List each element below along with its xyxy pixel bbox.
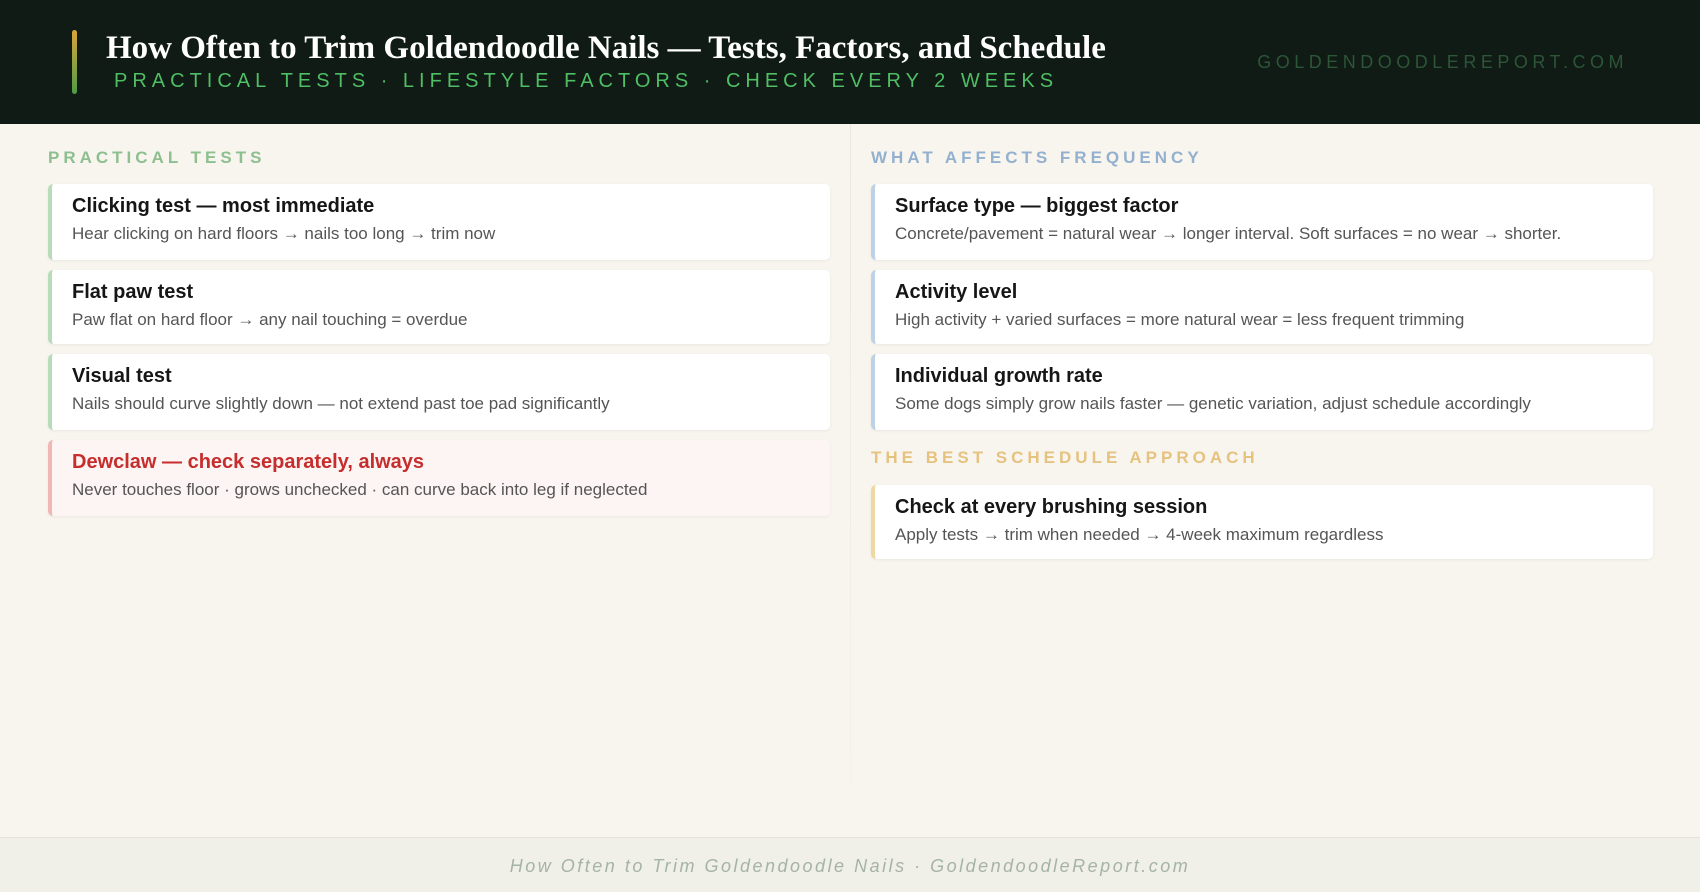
card-activity-level: Activity level High activity + varied su… <box>871 270 1653 344</box>
card-description: Paw flat on hard floor → any nail touchi… <box>72 310 468 329</box>
card-title: Activity level <box>895 281 1018 303</box>
card-title: Dewclaw — check separately, always <box>72 451 425 473</box>
card-visual-test: Visual test Nails should curve slightly … <box>48 354 830 430</box>
card-title: Surface type — biggest factor <box>895 195 1179 217</box>
card-description: Some dogs simply grow nails faster — gen… <box>895 394 1531 413</box>
card-title: Individual growth rate <box>895 365 1103 387</box>
card-description: Apply tests → trim when needed → 4-week … <box>895 525 1384 544</box>
page-title: How Often to Trim Goldendoodle Nails — T… <box>106 30 1106 66</box>
column-divider <box>850 124 851 788</box>
card-title: Check at every brushing session <box>895 496 1208 518</box>
section-heading-practical-tests: PRACTICAL TESTS <box>48 148 266 167</box>
card-description: Nails should curve slightly down — not e… <box>72 394 610 413</box>
card-description: Concrete/pavement = natural wear → longe… <box>895 224 1562 243</box>
section-heading-frequency: WHAT AFFECTS FREQUENCY <box>871 148 1203 167</box>
site-name: GOLDENDOODLEREPORT.COM <box>1257 52 1628 72</box>
card-flat-paw-test: Flat paw test Paw flat on hard floor → a… <box>48 270 830 344</box>
card-description: Never touches floor · grows unchecked · … <box>72 480 648 499</box>
header: How Often to Trim Goldendoodle Nails — T… <box>0 0 1700 124</box>
footer: How Often to Trim Goldendoodle Nails · G… <box>0 837 1700 892</box>
card-growth-rate: Individual growth rate Some dogs simply … <box>871 354 1653 430</box>
card-description: High activity + varied surfaces = more n… <box>895 310 1465 329</box>
card-title: Flat paw test <box>72 281 194 303</box>
card-surface-type: Surface type — biggest factor Concrete/p… <box>871 184 1653 260</box>
card-description: Hear clicking on hard floors → nails too… <box>72 224 496 243</box>
card-title: Clicking test — most immediate <box>72 195 375 217</box>
card-clicking-test: Clicking test — most immediate Hear clic… <box>48 184 830 260</box>
section-heading-schedule: THE BEST SCHEDULE APPROACH <box>871 448 1259 467</box>
card-dewclaw-warning: Dewclaw — check separately, always Never… <box>48 440 830 516</box>
title-accent-bar <box>72 30 77 94</box>
page-subtitle: PRACTICAL TESTS · LIFESTYLE FACTORS · CH… <box>114 70 1059 92</box>
footer-text: How Often to Trim Goldendoodle Nails · G… <box>509 856 1191 876</box>
card-schedule-approach: Check at every brushing session Apply te… <box>871 485 1653 559</box>
card-title: Visual test <box>72 365 172 387</box>
